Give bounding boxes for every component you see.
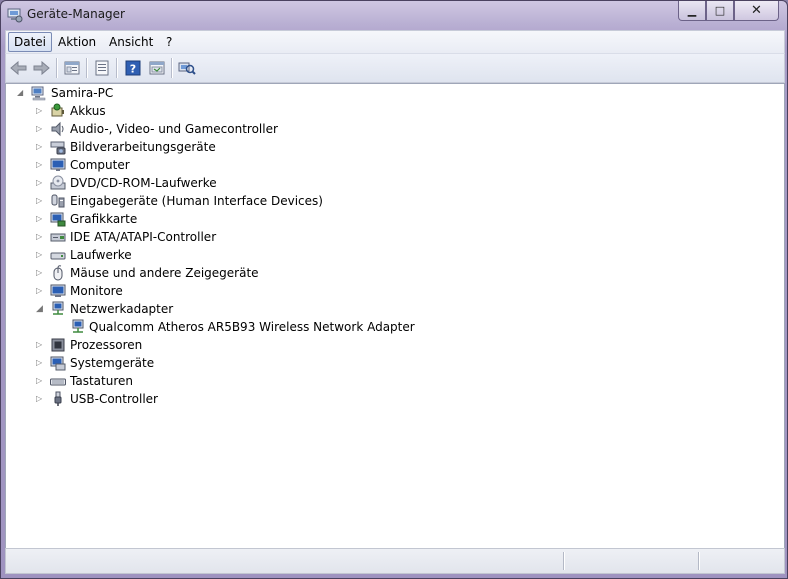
maximize-icon: □: [714, 4, 726, 17]
forward-icon: [33, 61, 50, 75]
tree-item-label: Laufwerke: [70, 248, 132, 262]
properties-button[interactable]: [92, 58, 112, 78]
back-button[interactable]: [9, 58, 29, 78]
expand-arrow-icon[interactable]: ▷: [36, 354, 44, 372]
expand-arrow-icon[interactable]: ▷: [36, 102, 44, 120]
expand-arrow-icon[interactable]: ▷: [36, 282, 44, 300]
mouse-icon: [53, 265, 63, 281]
toolbar-separator: [56, 58, 58, 78]
tree-item-label: Grafikkarte: [70, 212, 138, 226]
menu-datei[interactable]: Datei: [8, 32, 53, 52]
speaker-icon: [51, 121, 64, 137]
hid-icon: [51, 194, 65, 208]
collapse-arrow-icon[interactable]: ◢: [36, 300, 44, 318]
forward-button[interactable]: [31, 58, 51, 78]
collapse-arrow-icon[interactable]: ◢: [17, 84, 25, 102]
caption-buttons: ▁ □ ✕: [678, 1, 779, 21]
status-bar: [5, 548, 785, 574]
menu-aktion[interactable]: Aktion: [53, 33, 101, 51]
minimize-button[interactable]: ▁: [678, 1, 706, 21]
close-icon: ✕: [751, 3, 762, 18]
scan-hardware-button[interactable]: [177, 58, 197, 78]
toolbar-separator: [86, 58, 88, 78]
back-icon: [10, 61, 27, 75]
device-manager-app-icon: [7, 8, 23, 23]
tree-item-label: Akkus: [70, 104, 106, 118]
scan-hardware-icon: [178, 62, 196, 75]
tree-item-label: Mäuse und andere Zeigegeräte: [70, 266, 259, 280]
network-adapter-icon: [52, 301, 64, 315]
tree-item-label: USB-Controller: [70, 392, 158, 406]
network-adapter-icon: [72, 319, 84, 333]
expand-arrow-icon[interactable]: ▷: [36, 192, 44, 210]
expand-arrow-icon[interactable]: ▷: [36, 390, 44, 408]
expand-arrow-icon[interactable]: ▷: [36, 156, 44, 174]
ide-controller-icon: [50, 233, 66, 242]
maximize-button[interactable]: □: [706, 1, 734, 21]
tree-item-label: Audio-, Video- und Gamecontroller: [70, 122, 278, 136]
menu-ansicht[interactable]: Ansicht: [104, 33, 158, 51]
expand-arrow-icon[interactable]: ▷: [36, 120, 44, 138]
svg-text:?: ?: [130, 63, 136, 76]
battery-icon: [51, 103, 64, 117]
help-button[interactable]: ?: [123, 58, 143, 78]
expand-arrow-icon[interactable]: ▷: [36, 336, 44, 354]
tree-item-label: IDE ATA/ATAPI-Controller: [70, 230, 217, 244]
minimize-icon: ▁: [687, 4, 697, 17]
optical-drive-icon: [50, 175, 66, 190]
tree-item-label: Monitore: [70, 284, 123, 298]
status-separator: [698, 552, 700, 570]
expand-arrow-icon[interactable]: ▷: [36, 264, 44, 282]
show-hide-tree-icon: [64, 61, 80, 75]
tree-child-item-label: Qualcomm Atheros AR5B93 Wireless Network…: [89, 320, 415, 334]
device-manager-window: Geräte-Manager ▁ □ ✕ Datei Aktion Ansich…: [0, 0, 788, 579]
tree-item-label: Bildverarbeitungsgeräte: [70, 140, 216, 154]
processor-icon: [51, 338, 65, 352]
device-tree[interactable]: ◢ Samira-PC ▷ Akkus ▷ Audio-, Video- und…: [5, 83, 785, 549]
usb-icon: [54, 391, 62, 406]
toolbar-separator: [171, 58, 173, 78]
tree-item-label: Tastaturen: [70, 374, 133, 388]
expand-arrow-icon[interactable]: ▷: [36, 210, 44, 228]
tree-item-label: Systemgeräte: [70, 356, 155, 370]
toolbar-separator: [116, 58, 118, 78]
expand-arrow-icon[interactable]: ▷: [36, 174, 44, 192]
display-adapter-icon: [50, 212, 66, 227]
expand-arrow-icon[interactable]: ▷: [36, 372, 44, 390]
monitor-icon: [50, 158, 66, 171]
keyboard-icon: [50, 378, 66, 386]
expand-arrow-icon[interactable]: ▷: [36, 138, 44, 156]
close-button[interactable]: ✕: [734, 1, 779, 21]
disk-drive-icon: [50, 252, 66, 260]
toolbar: ?: [5, 53, 785, 83]
show-hide-tree-button[interactable]: [62, 58, 82, 78]
scanner-camera-icon: [50, 141, 66, 155]
properties-icon: [95, 60, 109, 76]
title-bar[interactable]: Geräte-Manager ▁ □ ✕: [1, 1, 787, 29]
tree-item-label: DVD/CD-ROM-Laufwerke: [70, 176, 217, 190]
expand-arrow-icon[interactable]: ▷: [36, 228, 44, 246]
help-icon: ?: [125, 60, 141, 76]
monitor-icon: [50, 284, 66, 297]
status-separator: [563, 552, 565, 570]
system-device-icon: [50, 356, 66, 371]
action-view-icon: [149, 61, 165, 75]
tree-item-label: Eingabegeräte (Human Interface Devices): [70, 194, 323, 208]
tree-item-label: Netzwerkadapter: [70, 302, 174, 316]
tree-item-label: Prozessoren: [70, 338, 143, 352]
action-view-button[interactable]: [147, 58, 167, 78]
tree-item-label: Computer: [70, 158, 130, 172]
tree-root-label: Samira-PC: [51, 86, 114, 100]
menu-help[interactable]: ?: [161, 33, 177, 51]
expand-arrow-icon[interactable]: ▷: [36, 246, 44, 264]
computer-icon: [31, 86, 46, 101]
menu-bar: Datei Aktion Ansicht ?: [5, 30, 785, 53]
window-title: Geräte-Manager: [27, 7, 125, 21]
